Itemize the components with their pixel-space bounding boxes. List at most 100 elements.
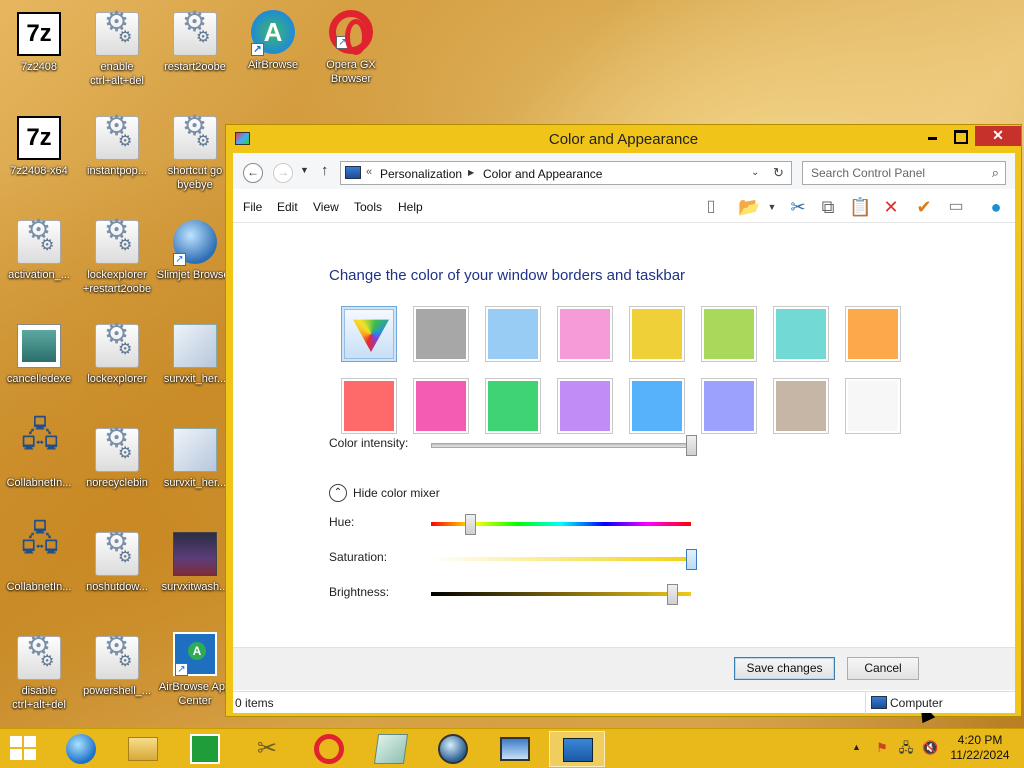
color-swatch-lime[interactable]	[701, 306, 757, 362]
menu-help[interactable]: Help	[398, 200, 423, 214]
menu-edit[interactable]: Edit	[277, 200, 298, 214]
save-changes-button[interactable]: Save changes	[734, 657, 835, 680]
desktop-icon-instantpop[interactable]: instantpop...	[78, 116, 156, 178]
menu-view[interactable]: View	[313, 200, 339, 214]
color-swatch-orange[interactable]	[845, 306, 901, 362]
color-swatch-teal[interactable]	[773, 306, 829, 362]
refresh-button[interactable]: ↻	[773, 165, 784, 181]
desktop-icon-restart2oobe[interactable]: restart2oobe	[156, 12, 234, 74]
back-button[interactable]: ←	[243, 163, 263, 183]
taskbar-file-explorer[interactable]	[115, 731, 171, 767]
breadcrumb-color-appearance[interactable]: Color and Appearance	[483, 167, 602, 181]
saturation-track[interactable]	[431, 557, 691, 561]
desktop-icon-lockexplorer-restart[interactable]: lockexplorer +restart2oobe	[78, 220, 156, 296]
color-swatch-light-blue[interactable]	[485, 306, 541, 362]
status-item-count: 0 items	[235, 696, 274, 710]
cut-icon[interactable]: ✂	[787, 196, 809, 218]
color-swatch-blue[interactable]	[629, 378, 685, 434]
volume-muted-icon[interactable]: 🔇	[922, 740, 938, 756]
search-input[interactable]	[811, 165, 981, 181]
taskbar-notepad[interactable]	[363, 731, 419, 767]
menu-tools[interactable]: Tools	[354, 200, 382, 214]
taskbar-tools[interactable]: ✂	[239, 731, 295, 767]
desktop-icon-survxit-1[interactable]: survxit_her...	[156, 324, 234, 386]
breadcrumb-personalization[interactable]: Personalization	[380, 167, 462, 181]
menu-file[interactable]: File	[243, 200, 262, 214]
desktop-icon-powershell[interactable]: powershell_...	[78, 636, 156, 698]
color-swatch-automatic[interactable]	[341, 306, 397, 362]
rename-icon[interactable]: ▭	[945, 196, 967, 218]
swatch-fill	[848, 309, 898, 359]
chevron-right-icon[interactable]: ▶	[468, 168, 474, 177]
cancel-button[interactable]: Cancel	[847, 657, 919, 680]
taskbar-internet-explorer[interactable]	[53, 731, 109, 767]
address-dropdown-button[interactable]: ⌄	[751, 167, 759, 178]
search-icon[interactable]: ⌕	[992, 165, 999, 181]
copy-icon[interactable]: ⧉	[817, 196, 839, 218]
desktop-icon-airbrowse-app-center[interactable]: ↗ AirBrowse App Center	[156, 632, 234, 708]
color-swatch-magenta[interactable]	[413, 378, 469, 434]
desktop-icon-7z2408[interactable]: 7z 7z2408	[0, 12, 78, 74]
color-swatch-yellow[interactable]	[629, 306, 685, 362]
network-globe-icon[interactable]: ●	[985, 196, 1007, 218]
desktop-icon-collabnet-1[interactable]: CollabnetIn...	[0, 428, 78, 490]
color-swatch-periwinkle[interactable]	[701, 378, 757, 434]
color-intensity-track[interactable]	[431, 443, 691, 448]
layout-icon[interactable]: ▯	[700, 196, 722, 218]
desktop-icon-lockexplorer[interactable]: lockexplorer	[78, 324, 156, 386]
brightness-track[interactable]	[431, 592, 691, 596]
checkmark-icon[interactable]: ✔	[913, 196, 935, 218]
up-button[interactable]: ↑	[321, 162, 329, 179]
color-swatch-pink[interactable]	[557, 306, 613, 362]
address-bar[interactable]: « Personalization ▶ Color and Appearance…	[340, 161, 792, 185]
color-swatch-taupe[interactable]	[773, 378, 829, 434]
desktop-icon-7z2408-x64[interactable]: 7z 7z2408-x64	[0, 116, 78, 178]
desktop-icon-collabnet-2[interactable]: CollabnetIn...	[0, 532, 78, 594]
start-button[interactable]	[10, 736, 38, 762]
taskbar-browser[interactable]	[425, 731, 481, 767]
desktop-icon-slimjet[interactable]: ↗ Slimjet Browser	[156, 220, 234, 282]
desktop-icon-enable-cad[interactable]: enable ctrl+alt+del	[78, 12, 156, 88]
minimize-button[interactable]	[919, 126, 946, 146]
brightness-thumb[interactable]	[667, 584, 679, 605]
recent-locations-button[interactable]: ▼	[300, 165, 309, 175]
hue-thumb[interactable]	[464, 514, 476, 535]
paste-icon[interactable]: 📋	[849, 196, 871, 218]
desktop-icon-opera-gx[interactable]: ↗ Opera GX Browser	[312, 10, 390, 86]
color-swatch-white[interactable]	[845, 378, 901, 434]
taskbar-control-panel[interactable]	[549, 731, 605, 767]
desktop-icon-disable-cad[interactable]: disable ctrl+alt+del	[0, 636, 78, 712]
breadcrumb-overflow[interactable]: «	[366, 166, 372, 178]
desktop-icon-activation[interactable]: activation_...	[0, 220, 78, 282]
close-button[interactable]: ✕	[975, 126, 1021, 146]
taskbar-store[interactable]	[177, 731, 233, 767]
maximize-button[interactable]	[947, 126, 974, 146]
forward-button[interactable]: →	[273, 163, 293, 183]
show-hidden-icons-button[interactable]: ▲	[852, 742, 861, 752]
desktop-icon-shortcut-go-byebye[interactable]: shortcut go byebye	[156, 116, 234, 192]
chevron-down-icon[interactable]: ▼	[761, 196, 783, 218]
color-intensity-thumb[interactable]	[685, 435, 697, 456]
action-center-flag-icon[interactable]: ⚑	[874, 740, 890, 756]
desktop-icon-norecyclebin[interactable]: norecyclebin	[78, 428, 156, 490]
taskbar-opera-gx[interactable]	[301, 731, 357, 767]
color-swatch-gray[interactable]	[413, 306, 469, 362]
properties-icon[interactable]: 📂	[738, 196, 760, 218]
color-swatch-red[interactable]	[341, 378, 397, 434]
search-box[interactable]: ⌕	[802, 161, 1006, 185]
desktop-icon-label: disable ctrl+alt+del	[12, 685, 66, 711]
saturation-thumb[interactable]	[685, 549, 697, 570]
chevron-up-icon: ▲	[852, 742, 861, 752]
delete-icon[interactable]: ✕	[880, 196, 902, 218]
title-bar[interactable]: Color and Appearance ✕	[226, 125, 1021, 153]
color-swatch-violet[interactable]	[557, 378, 613, 434]
desktop-icon-airbrowse[interactable]: A ↗ AirBrowse	[234, 10, 312, 72]
system-clock[interactable]: 4:20 PM 11/22/2024	[944, 733, 1016, 763]
color-swatch-green[interactable]	[485, 378, 541, 434]
network-icon[interactable]: 🖧	[898, 740, 914, 756]
desktop-icon-noshutdown[interactable]: noshutdow...	[78, 532, 156, 594]
desktop-icon-cancelledexe[interactable]: cancelledexe	[0, 324, 78, 386]
taskbar-photos[interactable]	[487, 731, 543, 767]
desktop-icon-survxitwash[interactable]: survxitwash...	[156, 532, 234, 594]
desktop-icon-survxit-2[interactable]: survxit_her...	[156, 428, 234, 490]
